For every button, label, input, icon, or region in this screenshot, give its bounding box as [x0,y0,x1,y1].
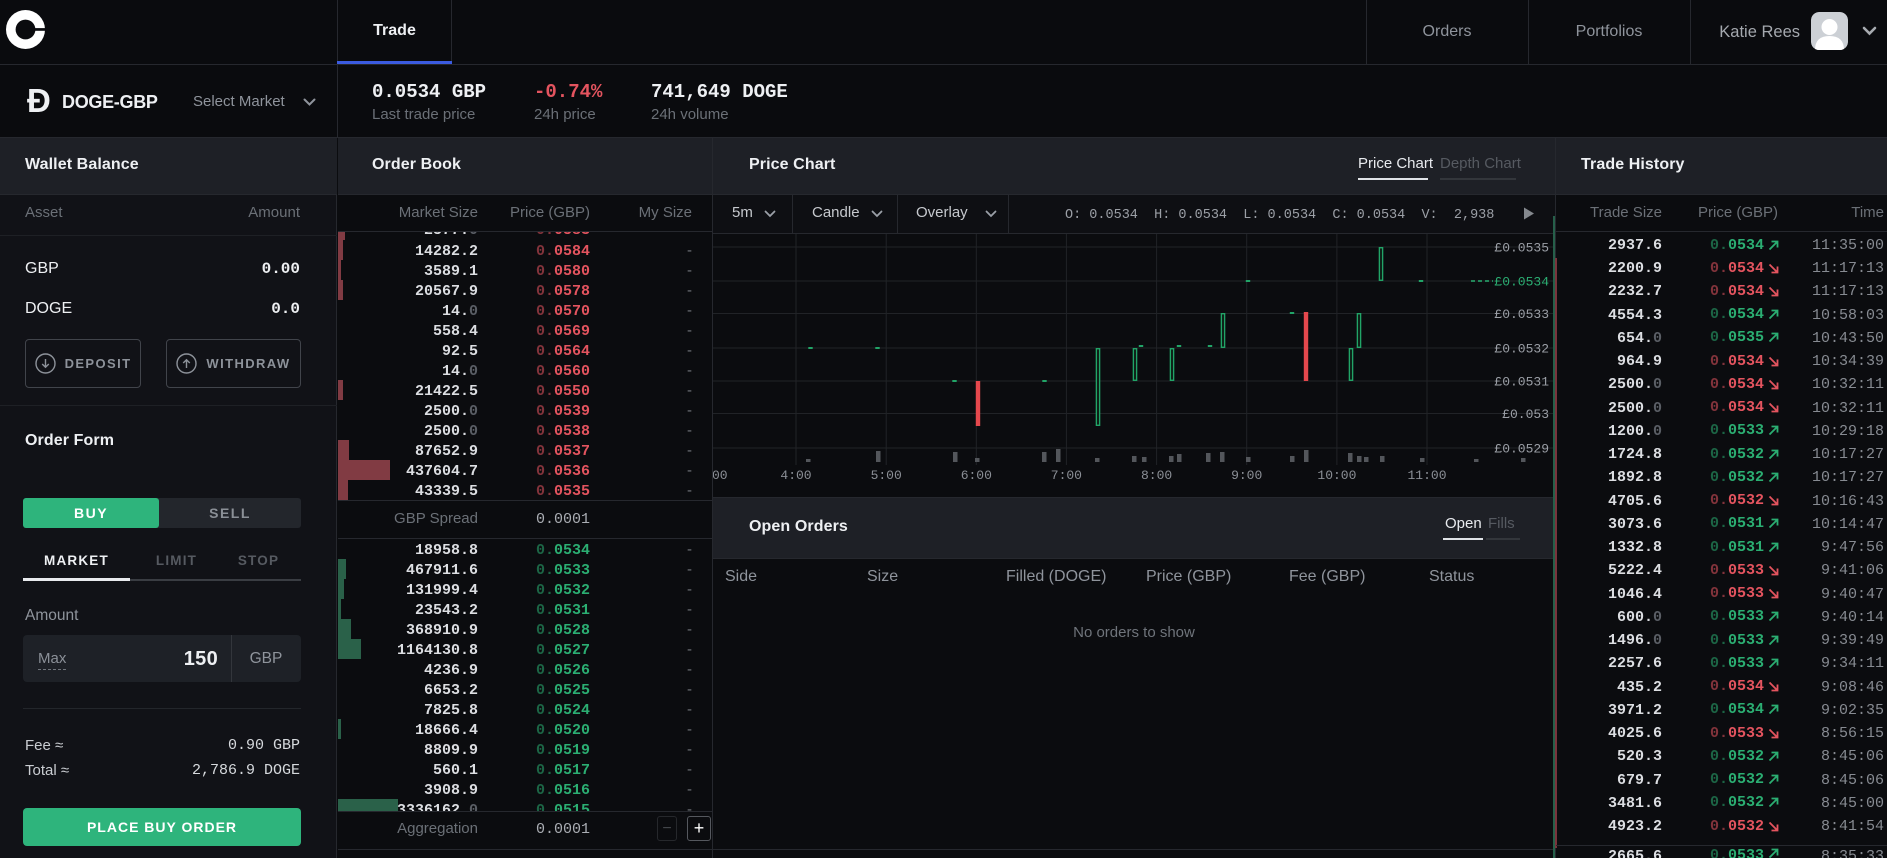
svg-text:9:00: 9:00 [1231,468,1262,483]
svg-text:5:00: 5:00 [871,468,902,483]
svg-text:£0.053: £0.053 [1502,407,1549,422]
svg-text:£0.0535: £0.0535 [1494,241,1549,256]
svg-text:£0.0533: £0.0533 [1494,307,1549,322]
svg-text:£0.0531: £0.0531 [1494,375,1549,390]
svg-text:6:00: 6:00 [961,468,992,483]
svg-text:3:00: 3:00 [713,468,728,483]
svg-text:7:00: 7:00 [1051,468,1082,483]
svg-text:£0.0529: £0.0529 [1494,442,1549,457]
svg-text:4:00: 4:00 [780,468,811,483]
svg-text:10:00: 10:00 [1317,468,1356,483]
svg-text:£0.0532: £0.0532 [1494,342,1549,357]
svg-text:11:00: 11:00 [1407,468,1446,483]
svg-text:£0.0534: £0.0534 [1494,275,1549,290]
svg-text:8:00: 8:00 [1141,468,1172,483]
